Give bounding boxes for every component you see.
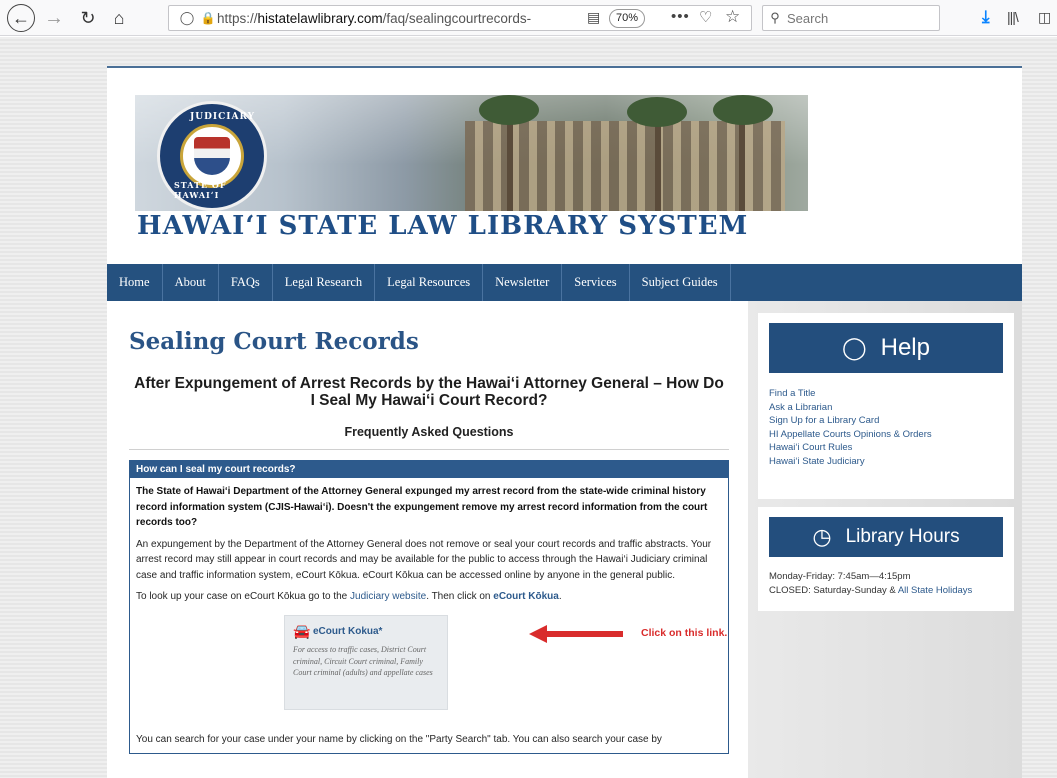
divider xyxy=(129,449,729,450)
help-header: ◯ Help xyxy=(769,323,1003,373)
reload-icon: ↻ xyxy=(80,7,96,28)
arrow-left-icon: ← xyxy=(12,7,30,28)
main-nav: Home About FAQs Legal Research Legal Res… xyxy=(107,264,1022,301)
faq-question-box: How can I seal my court records? The Sta… xyxy=(129,460,729,754)
nav-legal-resources[interactable]: Legal Resources xyxy=(375,264,484,301)
hours-text: Monday-Friday: 7:45am—4:15pm CLOSED: Sat… xyxy=(769,571,973,596)
search-input[interactable]: ⚲ Search xyxy=(762,5,940,31)
ecourt-kokua-screenshot: 🚘 eCourt Kokua* For access to traffic ca… xyxy=(284,614,727,710)
arrow-right-icon: → xyxy=(44,6,64,29)
help-link-find-title[interactable]: Find a Title xyxy=(769,387,1014,401)
site-title[interactable]: HAWAI‘I STATE LAW LIBRARY SYSTEM xyxy=(137,211,748,241)
faq-question-header: How can I seal my court records? xyxy=(130,461,728,478)
zoom-level-badge[interactable]: 70% xyxy=(609,9,646,28)
red-arrow-icon xyxy=(529,624,629,643)
nav-services[interactable]: Services xyxy=(562,264,630,301)
home-button[interactable]: ⌂ xyxy=(106,5,132,31)
nav-newsletter[interactable]: Newsletter xyxy=(483,264,563,301)
page-viewport: JUDICIARY STATE OF HAWAI‘I HAWAI‘I STATE… xyxy=(0,37,1057,778)
ecourt-kokua-link[interactable]: eCourt Kōkua xyxy=(493,591,559,602)
faq-question-text: The State of Hawai‘i Department of the A… xyxy=(136,486,708,528)
search-instructions: You can search for your case under your … xyxy=(136,733,662,745)
sidebar: ◯ Help Find a Title Ask a Librarian Sign… xyxy=(748,301,1022,778)
search-icon: ⚲ xyxy=(770,10,780,25)
home-icon: ⌂ xyxy=(113,7,125,28)
faq-answer-text: An expungement by the Department of the … xyxy=(136,538,712,581)
bookmark-star-icon[interactable]: ☆ xyxy=(725,7,740,27)
reader-view-icon[interactable]: ▤ xyxy=(587,9,600,26)
header-banner-image: JUDICIARY STATE OF HAWAI‘I xyxy=(135,95,808,211)
nav-faqs[interactable]: FAQs xyxy=(219,264,273,301)
lookup-instructions: To look up your case on eCourt Kōkua go … xyxy=(136,591,562,602)
nav-about[interactable]: About xyxy=(163,264,219,301)
help-link-library-card[interactable]: Sign Up for a Library Card xyxy=(769,414,1014,428)
help-link-state-judiciary[interactable]: Hawai‘i State Judiciary xyxy=(769,455,1014,469)
page-subtitle: After Expungement of Arrest Records by t… xyxy=(134,375,724,409)
help-widget: ◯ Help Find a Title Ask a Librarian Sign… xyxy=(758,313,1014,499)
nav-home[interactable]: Home xyxy=(107,264,163,301)
car-icon: 🚘 xyxy=(293,622,311,639)
nav-legal-research[interactable]: Legal Research xyxy=(273,264,376,301)
search-placeholder: Search xyxy=(787,10,829,26)
url-text[interactable]: https://histatelawlibrary.com/faq/sealin… xyxy=(217,11,557,26)
ecourt-title: eCourt Kokua* xyxy=(313,625,383,637)
ecourt-description: For access to traffic cases, District Co… xyxy=(293,645,433,677)
courthouse-building xyxy=(465,121,785,211)
download-icon[interactable]: ⤓ xyxy=(982,7,990,27)
library-hours-widget: ◷ Library Hours Monday-Friday: 7:45am—4:… xyxy=(758,507,1014,611)
help-link-ask-librarian[interactable]: Ask a Librarian xyxy=(769,401,1014,415)
library-icon[interactable]: |||\ xyxy=(1007,9,1019,25)
state-holidays-link[interactable]: All State Holidays xyxy=(898,585,972,596)
forward-button[interactable]: → xyxy=(42,5,66,31)
sidebar-toggle-icon[interactable]: ◫ xyxy=(1038,9,1051,26)
lightbulb-icon: ◯ xyxy=(842,335,867,360)
tracking-shield-icon[interactable]: ◯ xyxy=(175,10,199,26)
reload-button[interactable]: ↻ xyxy=(76,5,100,31)
click-annotation: Click on this link. xyxy=(641,626,728,639)
main-content: Sealing Court Records After Expungement … xyxy=(129,328,729,754)
help-link-appellate-opinions[interactable]: HI Appellate Courts Opinions & Orders xyxy=(769,428,1014,442)
nav-subject-guides[interactable]: Subject Guides xyxy=(630,264,731,301)
clock-icon: ◷ xyxy=(812,524,832,549)
hours-header: ◷ Library Hours xyxy=(769,517,1003,557)
browser-toolbar: ← → ↻ ⌂ ◯ 🔒 https://histatelawlibrary.co… xyxy=(0,0,1057,36)
back-button[interactable]: ← xyxy=(7,4,35,32)
faq-label: Frequently Asked Questions xyxy=(344,425,514,439)
judiciary-website-link[interactable]: Judiciary website xyxy=(350,591,426,602)
pocket-icon[interactable]: ♡ xyxy=(699,8,712,26)
coat-of-arms-icon xyxy=(194,137,230,175)
help-link-court-rules[interactable]: Hawai‘i Court Rules xyxy=(769,441,1014,455)
url-bar[interactable]: ◯ 🔒 https://histatelawlibrary.com/faq/se… xyxy=(168,5,752,31)
help-links: Find a Title Ask a Librarian Sign Up for… xyxy=(769,387,1014,468)
lock-icon[interactable]: 🔒 xyxy=(199,11,217,25)
page-container: JUDICIARY STATE OF HAWAI‘I HAWAI‘I STATE… xyxy=(107,66,1022,778)
judiciary-seal-logo: JUDICIARY STATE OF HAWAI‘I xyxy=(157,101,267,211)
page-title: Sealing Court Records xyxy=(129,328,419,355)
page-actions-menu-icon[interactable]: ••• xyxy=(671,8,690,25)
